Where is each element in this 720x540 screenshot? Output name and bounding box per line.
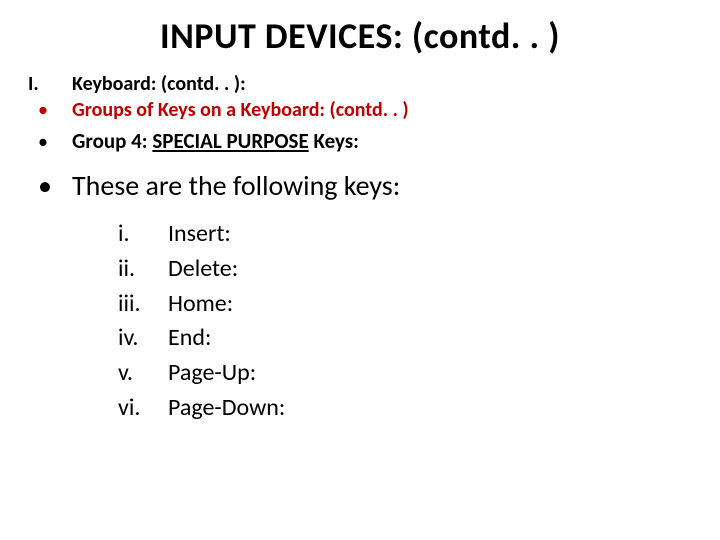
key-marker: v. — [118, 356, 168, 391]
list-item: vi. Page-Down: — [118, 391, 692, 426]
lead-text: These are the following keys: — [72, 168, 400, 203]
key-label: End: — [168, 321, 211, 356]
list-item: v. Page-Up: — [118, 356, 692, 391]
bullet-icon: • — [38, 130, 72, 154]
list-item: iii. Home: — [118, 287, 692, 322]
lead-line: • These are the following keys: — [38, 168, 692, 203]
key-marker: i. — [118, 217, 168, 252]
list-item: iv. End: — [118, 321, 692, 356]
key-marker: iv. — [118, 321, 168, 356]
slide-title: INPUT DEVICES: (contd. . ) — [28, 14, 692, 58]
key-marker: iii. — [118, 287, 168, 322]
list-item: ii. Delete: — [118, 252, 692, 287]
key-label: Page-Up: — [168, 356, 256, 391]
keys-list: i. Insert: ii. Delete: iii. Home: iv. En… — [118, 217, 692, 426]
key-label: Insert: — [168, 217, 231, 252]
key-label: Delete: — [168, 252, 238, 287]
roman-line: I. Keyboard: (contd. . ): — [28, 72, 692, 96]
key-marker: ii. — [118, 252, 168, 287]
roman-marker: I. — [28, 72, 72, 96]
bullet-icon: • — [38, 98, 72, 122]
group4-line: • Group 4: SPECIAL PURPOSE Keys: — [38, 128, 692, 154]
key-label: Page-Down: — [168, 391, 285, 426]
group4-text: Group 4: SPECIAL PURPOSE Keys: — [72, 128, 359, 154]
roman-label: Keyboard: (contd. . ): — [72, 72, 246, 96]
red-bullet-text: Groups of Keys on a Keyboard: (contd. . … — [72, 98, 409, 122]
group4-underlined: SPECIAL PURPOSE — [152, 128, 308, 154]
key-marker: vi. — [118, 391, 168, 426]
group4-suffix: Keys: — [309, 128, 359, 154]
bullet-icon: • — [38, 168, 72, 203]
list-item: i. Insert: — [118, 217, 692, 252]
slide: INPUT DEVICES: (contd. . ) I. Keyboard: … — [0, 0, 720, 540]
key-label: Home: — [168, 287, 233, 322]
red-bullet-line: • Groups of Keys on a Keyboard: (contd. … — [38, 98, 692, 122]
group4-prefix: Group 4: — [72, 128, 152, 154]
